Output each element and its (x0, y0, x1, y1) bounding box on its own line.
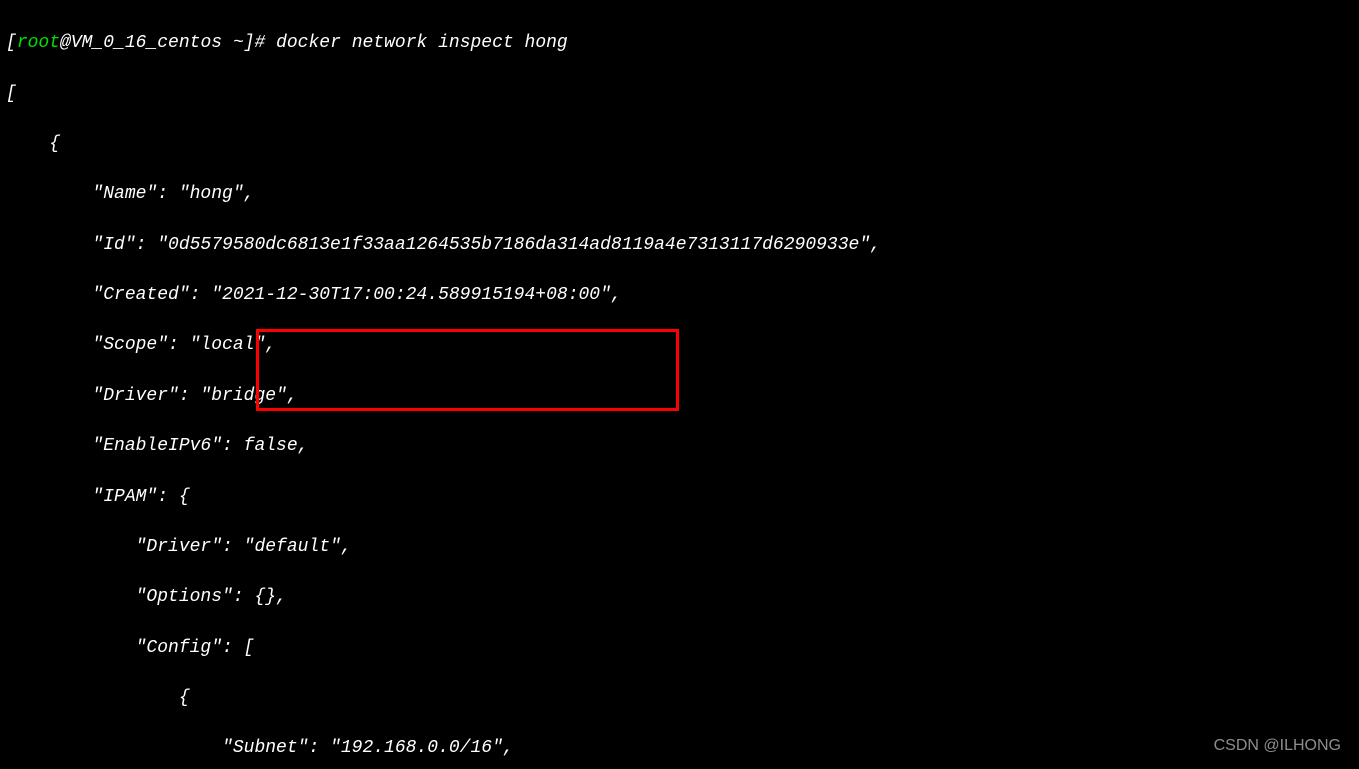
output-line: "IPAM": { (6, 485, 1353, 510)
output-line: { (6, 686, 1353, 711)
prompt-user: root (17, 33, 60, 53)
output-line: "Created": "2021-12-30T17:00:24.58991519… (6, 283, 1353, 308)
output-line: "Driver": "default", (6, 535, 1353, 560)
prompt-host: @VM_0_16_centos ~ (60, 33, 244, 53)
output-line: "Name": "hong", (6, 182, 1353, 207)
output-line: "Driver": "bridge", (6, 384, 1353, 409)
output-line: "Options": {}, (6, 585, 1353, 610)
output-line: [ (6, 82, 1353, 107)
output-line: "Scope": "local", (6, 333, 1353, 358)
output-line: "Config": [ (6, 636, 1353, 661)
command-text: docker network inspect hong (276, 33, 568, 53)
prompt-open-bracket: [ (6, 33, 17, 53)
prompt-close-bracket: ]# (244, 33, 276, 53)
output-line: "EnableIPv6": false, (6, 434, 1353, 459)
output-line: "Subnet": "192.168.0.0/16", (6, 736, 1353, 761)
watermark: CSDN @ILHONG (1214, 735, 1341, 757)
prompt-line: [root@VM_0_16_centos ~]# docker network … (6, 31, 1353, 56)
output-line: { (6, 132, 1353, 157)
output-line: "Id": "0d5579580dc6813e1f33aa1264535b718… (6, 233, 1353, 258)
terminal-output[interactable]: [root@VM_0_16_centos ~]# docker network … (0, 0, 1359, 769)
